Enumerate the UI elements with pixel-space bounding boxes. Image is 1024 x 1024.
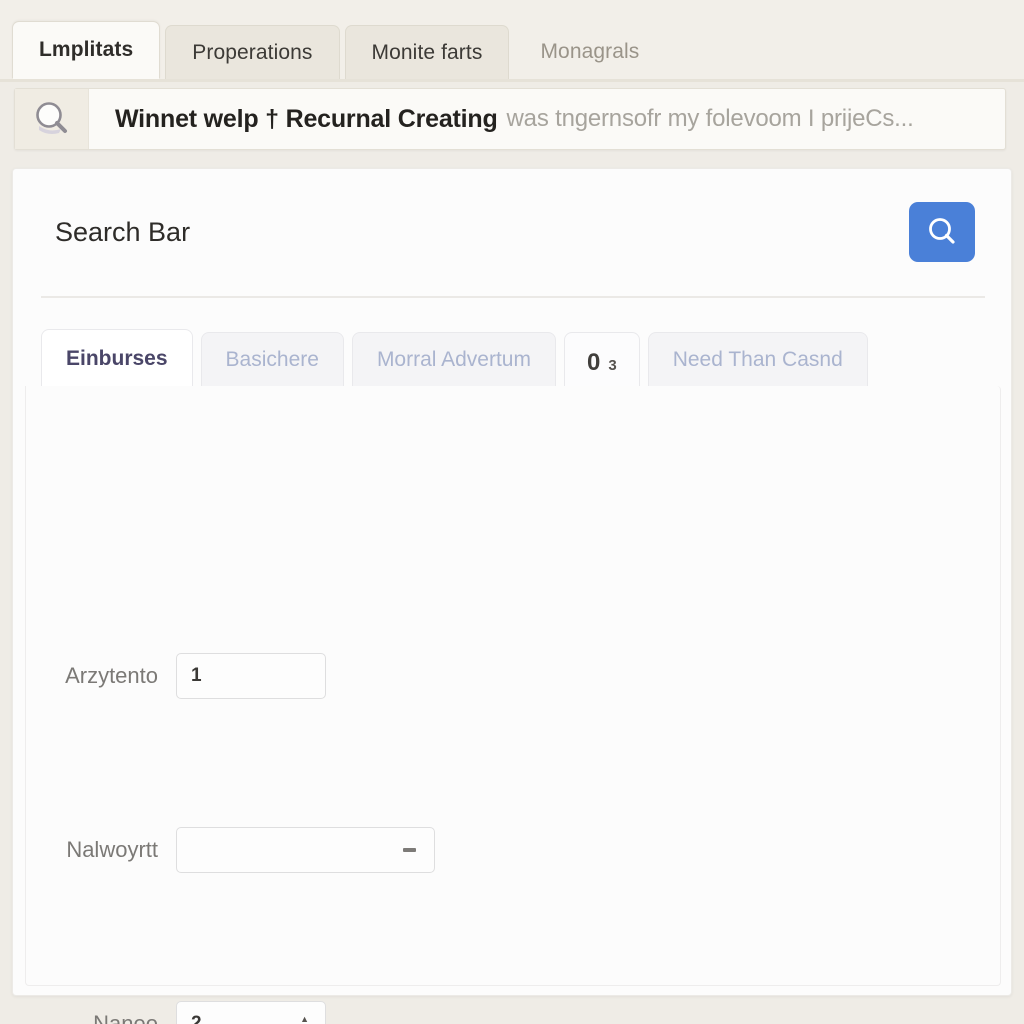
- top-tab-label: Monite farts: [371, 40, 483, 64]
- sub-tab-label: Need Than Casnd: [672, 348, 843, 371]
- notice-text: Winnet welp † Recurnal Creating was tnge…: [89, 89, 1005, 149]
- arzytento-input[interactable]: 1: [176, 653, 326, 699]
- sub-tab-list: Einburses Basichere Morral Advertum 0 3 …: [41, 329, 1001, 387]
- notice-muted-text: was tngernsofr my folevoom I prijeCs...: [506, 105, 914, 132]
- top-tab-label: Lmplitats: [39, 38, 134, 61]
- counter-value: 0: [586, 349, 601, 376]
- form-row-naneo: Naneo 2 ▲▼: [26, 1000, 1002, 1024]
- sub-tab-morral-advertum[interactable]: Morral Advertum: [351, 332, 556, 387]
- sub-tab-need-than-casnd[interactable]: Need Than Casnd: [647, 332, 868, 387]
- main-card: Search Bar Einburses Basichere Morral Ad…: [12, 168, 1013, 1024]
- sub-tab-label: Morral Advertum: [376, 348, 531, 371]
- notice-strong-text: Winnet welp † Recurnal Creating: [115, 104, 498, 133]
- field-label: Arzytento: [65, 663, 158, 688]
- sub-tab-counter[interactable]: 0 3: [563, 332, 640, 387]
- field-value: 1: [191, 665, 202, 686]
- stepper-arrows-icon[interactable]: ▲▼: [300, 1014, 309, 1024]
- top-tab-strip: Lmplitats Properations Monite farts Mona…: [0, 0, 1024, 82]
- card-divider: [41, 296, 985, 298]
- form-row-arzytento: Arzytento 1: [26, 652, 1002, 700]
- counter-badge: 3: [608, 357, 617, 374]
- nalwoyrtt-input[interactable]: [176, 827, 435, 873]
- minus-icon: [403, 848, 416, 852]
- top-tab-label: Properations: [192, 40, 313, 64]
- top-tab-lmplitats[interactable]: Lmplitats: [12, 21, 161, 79]
- top-tab-properations[interactable]: Properations: [165, 25, 340, 79]
- top-tab-list: Lmplitats Properations Monite farts Mona…: [12, 21, 665, 79]
- notice-bar[interactable]: Winnet welp † Recurnal Creating was tnge…: [14, 88, 1006, 150]
- field-value: 2: [191, 1013, 202, 1024]
- top-tab-monagrals[interactable]: Monagrals: [514, 25, 665, 79]
- sub-tab-einburses[interactable]: Einburses: [41, 329, 193, 387]
- magnifier-icon: [15, 89, 89, 149]
- sub-tab-basichere[interactable]: Basichere: [200, 332, 344, 387]
- form-panel: Arzytento 1 Nalwoyrtt Naneo 2 ▲▼: [25, 386, 1002, 1024]
- search-bar-label: Search Bar: [55, 217, 191, 247]
- top-tab-label: Monagrals: [540, 40, 640, 63]
- form-row-nalwoyrtt: Nalwoyrtt: [26, 826, 1002, 874]
- search-button[interactable]: [909, 202, 975, 262]
- field-label: Nalwoyrtt: [66, 837, 158, 862]
- sub-tab-label: Einburses: [66, 346, 168, 370]
- sub-tab-label: Basichere: [225, 348, 319, 371]
- top-tab-monite-farts[interactable]: Monite farts: [344, 25, 510, 79]
- naneo-stepper[interactable]: 2 ▲▼: [176, 1001, 326, 1024]
- search-bar-row: Search Bar: [13, 169, 1013, 295]
- field-label: Naneo: [93, 1011, 158, 1024]
